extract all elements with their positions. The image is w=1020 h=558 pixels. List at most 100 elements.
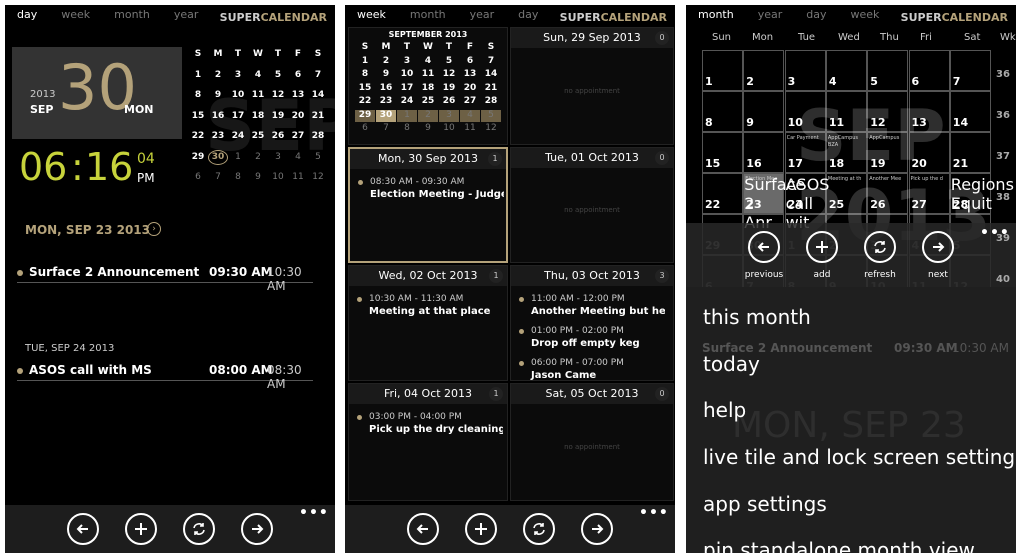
mini-cal-day[interactable]: 20 [288,111,308,121]
mini-cal-day[interactable]: 12 [481,123,501,133]
mini-cal-day[interactable]: 17 [397,83,417,93]
plus-icon[interactable] [806,231,838,263]
date-tile[interactable]: 2013 SEP 30 MON [12,47,182,139]
mini-cal-day[interactable]: 5 [268,70,288,80]
mini-cal-day[interactable]: 5 [308,152,328,162]
mini-cal-day[interactable]: 15 [355,83,375,93]
mini-cal-day[interactable]: 7 [208,172,228,182]
next-button-label[interactable]: next [913,270,963,280]
month-day-cell[interactable]: 18 AppCampus BZA [825,132,867,173]
tab-year[interactable]: year [470,8,495,28]
mini-cal-day[interactable]: 2 [208,70,228,80]
mini-cal-day[interactable]: 7 [481,56,501,66]
mini-cal-day[interactable]: 10 [397,69,417,79]
mini-cal-day[interactable]: 8 [228,172,248,182]
refresh-icon[interactable] [523,513,555,545]
tab-day[interactable]: day [518,8,538,28]
mini-cal-day[interactable]: 11 [248,90,268,100]
mini-cal-day[interactable]: 16 [376,83,396,93]
tab-month[interactable]: month [410,8,446,28]
plus-icon[interactable] [125,513,157,545]
menu-item-live-tile-settings[interactable]: live tile and lock screen settings [703,445,1016,469]
week-mini-calendar[interactable]: SEPTEMBER 2013 S M T W T F S 1 2 3 4 5 6 7 8 9 10 11 12 13 1… [348,27,508,145]
appointment-item[interactable]: 03:00 PM - 04:00 PM Pick up the dry clean… [357,412,503,435]
mini-cal-day[interactable]: 5 [439,56,459,66]
mini-cal-day[interactable]: 25 [248,131,268,141]
menu-item-app-settings[interactable]: app settings [703,492,827,516]
event-row[interactable]: ASOS call with MS 08:00 AM 08:30 AM [17,361,313,391]
appointment-item[interactable]: 06:00 PM - 07:00 PM Jason Came [519,358,624,381]
month-day-cell[interactable]: 3 [784,50,826,91]
event-row[interactable]: Surface 2 Announcement 09:30 AM 10:30 AM [17,263,313,293]
mini-calendar-grid[interactable]: S M T W T F S 1 2 3 4 5 6 7 8 9 10 11 12 13 14 15 16 17 18 19 20 21… [355,42,503,142]
plus-icon[interactable] [465,513,497,545]
month-day-cell[interactable]: 10 [784,91,826,132]
mini-cal-day[interactable]: 18 [248,111,268,121]
month-day-cell[interactable]: 21 [949,132,991,173]
month-day-cell[interactable]: 9 [743,91,785,132]
previous-button-label[interactable]: previous [739,270,789,280]
month-day-cell[interactable]: 27 Pick up the d [908,173,950,214]
mini-cal-day[interactable]: 16 [208,111,228,121]
mini-cal-day[interactable]: 28 [308,131,328,141]
mini-cal-day[interactable]: 29 [355,109,375,122]
tab-week[interactable]: week [61,8,90,28]
appointment-item[interactable]: 08:30 AM - 09:30 AM Election Meeting - Ju… [358,177,504,200]
tab-year[interactable]: year [174,8,199,28]
month-day-cell[interactable]: 4 [825,50,867,91]
month-day-cell[interactable]: 5 [867,50,909,91]
month-day-cell[interactable]: 22 [702,173,743,214]
appointment-item[interactable]: 11:00 AM - 12:00 PM Another Meeting but h… [519,294,665,317]
mini-cal-day[interactable]: 13 [288,90,308,100]
tab-day[interactable]: day [17,8,37,28]
refresh-icon[interactable] [183,513,215,545]
tab-month[interactable]: month [698,8,734,28]
mini-cal-day[interactable]: 26 [439,96,459,106]
month-day-cell[interactable]: 25 Meeting at th [825,173,867,214]
mini-cal-day[interactable]: 3 [439,109,459,122]
mini-cal-day[interactable]: 1 [355,56,375,66]
tab-day[interactable]: day [806,8,826,28]
mini-cal-day[interactable]: 25 [418,96,438,106]
mini-cal-day[interactable]: 8 [355,69,375,79]
mini-cal-day[interactable]: 22 [188,131,208,141]
mini-cal-day[interactable]: 4 [418,56,438,66]
mini-cal-day[interactable]: 12 [268,90,288,100]
mini-cal-day[interactable]: 12 [439,69,459,79]
mini-cal-day[interactable]: 3 [397,56,417,66]
mini-cal-day[interactable]: 22 [355,96,375,106]
mini-cal-day[interactable]: 28 [481,96,501,106]
menu-item-today[interactable]: today [703,352,760,376]
month-day-cell[interactable]: 11 [825,91,867,132]
mini-cal-day[interactable]: 27 [460,96,480,106]
mini-cal-day[interactable]: 2 [418,109,438,122]
week-day-cell[interactable]: Mon, 30 Sep 2013 1 08:30 AM - 09:30 AM Elec… [348,147,508,263]
arrow-right-icon[interactable] [241,513,273,545]
month-day-cell[interactable]: 13 [908,91,950,132]
mini-cal-day[interactable]: 24 [228,131,248,141]
mini-cal-day[interactable]: 6 [188,172,208,182]
mini-cal-day[interactable]: 19 [439,83,459,93]
mini-cal-day[interactable]: 9 [376,69,396,79]
mini-cal-day[interactable]: 1 [397,109,417,122]
mini-cal-day[interactable]: 9 [208,90,228,100]
mini-cal-day[interactable]: 9 [248,172,268,182]
arrow-right-icon[interactable] [922,231,954,263]
mini-cal-day[interactable]: 1 [188,70,208,80]
month-day-cell[interactable]: 8 [702,91,743,132]
mini-cal-day[interactable]: 11 [460,123,480,133]
mini-cal-day[interactable]: 15 [188,111,208,121]
ellipsis-icon[interactable]: ••• [299,505,329,521]
mini-cal-day[interactable]: 2 [248,152,268,162]
mini-cal-day[interactable]: 21 [481,83,501,93]
refresh-icon[interactable] [864,231,896,263]
chevron-right-icon[interactable]: › [147,222,161,236]
week-day-cell[interactable]: Sat, 05 Oct 2013 0 no appointment [510,383,674,501]
mini-cal-day[interactable]: 8 [188,90,208,100]
mini-cal-day[interactable]: 9 [418,123,438,133]
week-day-cell[interactable]: Wed, 02 Oct 2013 1 10:30 AM - 11:30 AM Meet… [348,265,508,381]
mini-cal-day[interactable]: 17 [228,111,248,121]
month-day-cell[interactable]: 12 [867,91,909,132]
week-day-cell[interactable]: Fri, 04 Oct 2013 1 03:00 PM - 04:00 PM Pick… [348,383,508,501]
arrow-left-icon[interactable] [407,513,439,545]
